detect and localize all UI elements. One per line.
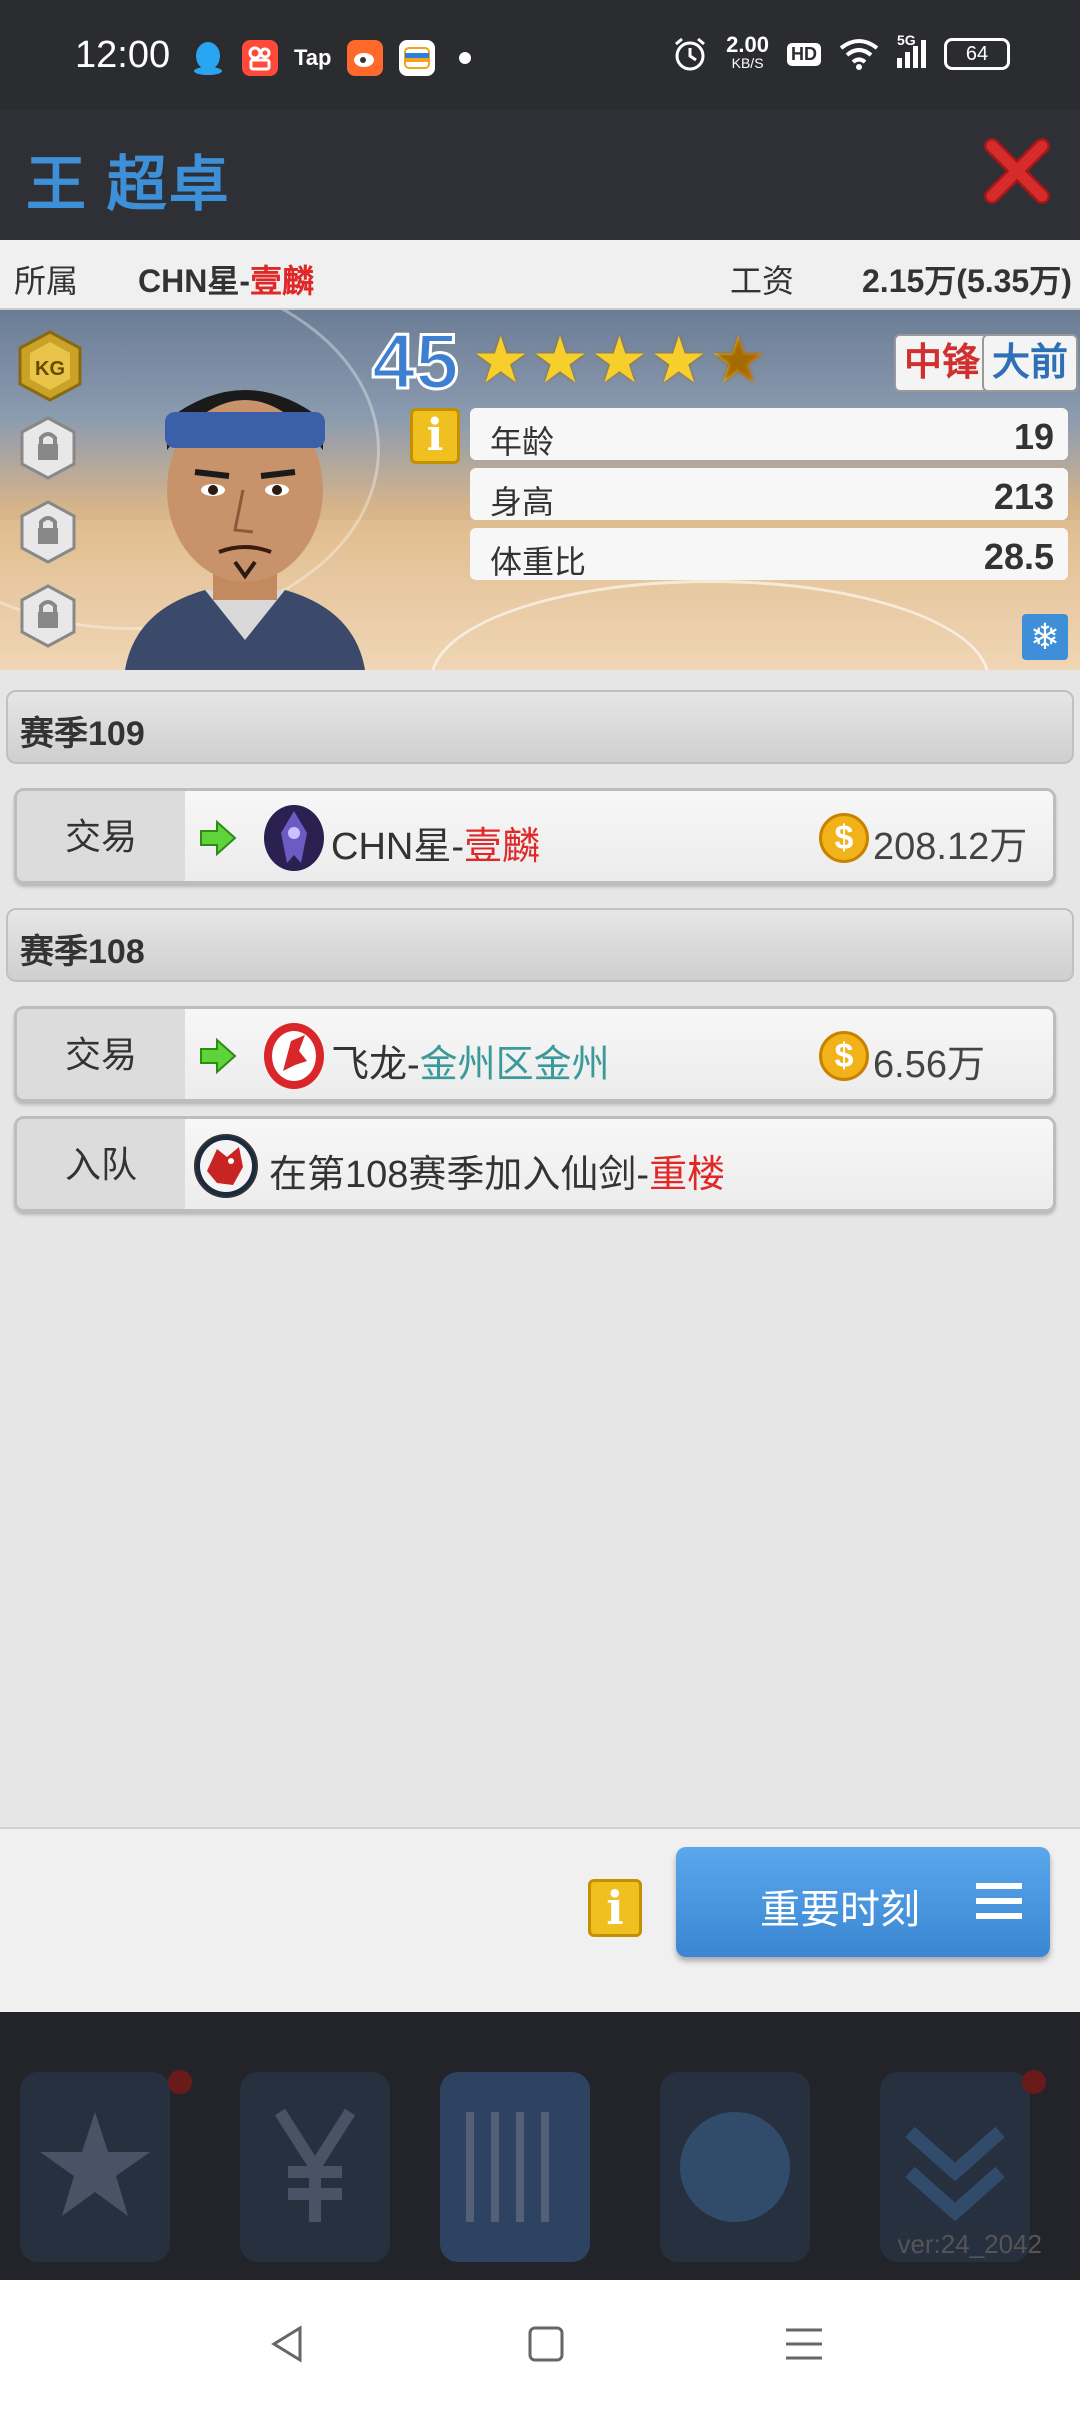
notification-dot xyxy=(459,52,472,64)
kg-badge-icon[interactable]: KG xyxy=(18,330,82,402)
team-logo-icon xyxy=(264,1023,324,1089)
yen-icon xyxy=(274,2108,356,2222)
stat-age: 年龄 19 xyxy=(470,408,1068,460)
info-icon[interactable]: i xyxy=(410,408,460,464)
record-type: 交易 xyxy=(17,791,185,881)
star-icon xyxy=(40,2112,150,2216)
arrow-right-icon xyxy=(200,1037,237,1075)
hd-icon: HD xyxy=(787,42,821,66)
season-header: 赛季108 xyxy=(6,908,1074,982)
player-name: 王 超卓 xyxy=(26,151,231,218)
stat-height: 身高 213 xyxy=(470,468,1068,520)
record-price: 6.56万 xyxy=(873,1044,985,1086)
player-info-row: 所属 CHN星-壹麟 工资 2.15万(5.35万) xyxy=(0,240,1080,310)
net-speed: 2.00 KB/S xyxy=(726,32,769,72)
record-body: 飞龙-金州区金州 $ 6.56万 xyxy=(185,1009,1053,1099)
status-app-icons: Tap xyxy=(190,40,472,76)
salary-value: 2.15万(5.35万) xyxy=(862,263,1072,299)
arrow-right-icon xyxy=(200,819,237,857)
star-icon: ★ xyxy=(472,324,530,396)
lock-icon[interactable] xyxy=(20,416,76,480)
stat-weight-ratio: 体重比 28.5 xyxy=(470,528,1068,580)
notification-dot xyxy=(1022,2070,1046,2094)
salary-label: 工资 xyxy=(730,263,795,299)
history-record[interactable]: 交易 飞龙-金州区金州 $ 6.56万 xyxy=(14,1006,1056,1102)
record-price: 208.12万 xyxy=(873,826,1028,868)
key-moments-button[interactable]: 重要时刻 xyxy=(676,1847,1050,1957)
team-value[interactable]: CHN星-壹麟 xyxy=(138,256,314,302)
season-header: 赛季109 xyxy=(6,690,1074,764)
half-star-icon: ★ xyxy=(709,324,767,396)
coin-icon: $ xyxy=(819,1031,869,1081)
close-icon[interactable] xyxy=(982,136,1052,206)
team-icon xyxy=(466,2112,549,2222)
record-body: CHN星-壹麟 $ 208.12万 xyxy=(185,791,1053,881)
record-type: 交易 xyxy=(17,1009,185,1099)
game-bottom-nav: ver:24_2042 xyxy=(0,2012,1080,2280)
back-icon[interactable] xyxy=(268,2324,308,2364)
coin-icon: $ xyxy=(819,813,869,863)
recents-icon[interactable] xyxy=(784,2324,824,2364)
position-tag: 中锋 xyxy=(894,334,991,392)
nav-tab-team[interactable] xyxy=(440,2072,590,2262)
home-icon[interactable] xyxy=(526,2324,566,2364)
svg-text:KG: KG xyxy=(35,358,65,380)
snowflake-icon[interactable]: ❄ xyxy=(1022,614,1068,660)
history-list: 赛季109 交易 CHN星-壹麟 $ 208.12万 赛季108 交易 飞龙-金… xyxy=(0,670,1080,1827)
lock-icon[interactable] xyxy=(20,500,76,564)
menu-icon xyxy=(976,1883,1022,1919)
notification-dot xyxy=(168,2070,192,2094)
weibo-icon xyxy=(347,40,384,76)
team-label: 所属 xyxy=(14,263,79,299)
record-join-text[interactable]: 在第108赛季加入仙剑-重楼 xyxy=(269,1143,725,1198)
wallet-icon xyxy=(399,40,436,76)
nav-tab-money[interactable] xyxy=(240,2072,390,2262)
wifi-icon xyxy=(839,39,879,70)
status-bar: 12:00 Tap 2.00 KB/S HD 5G 64 xyxy=(0,0,1080,110)
team-logo-icon xyxy=(194,1134,258,1198)
system-nav-bar xyxy=(0,2280,1080,2412)
record-type: 入队 xyxy=(17,1119,185,1209)
record-team[interactable]: CHN星-壹麟 xyxy=(331,815,540,870)
player-rating: 45 xyxy=(371,316,461,407)
nav-tab-chat[interactable] xyxy=(660,2072,810,2262)
star-icon: ★ xyxy=(590,324,649,396)
version-label: ver:24_2042 xyxy=(897,2229,1042,2259)
history-record[interactable]: 交易 CHN星-壹麟 $ 208.12万 xyxy=(14,788,1056,884)
info-button[interactable]: i xyxy=(588,1879,642,1937)
signal-icon: 5G xyxy=(897,32,926,68)
battery-icon: 64 xyxy=(944,38,1010,70)
player-banner: KG 45 ★ ★ ★ ★ ★ 中锋 大前 i 年龄 19 身高 213 体重比… xyxy=(0,310,1080,670)
position-tag: 大前 xyxy=(982,334,1079,392)
action-bar: i 重要时刻 xyxy=(0,1827,1080,2012)
team-logo-icon xyxy=(264,805,324,871)
star-icon: ★ xyxy=(531,324,589,396)
taptap-icon: Tap xyxy=(294,45,332,70)
star-icon: ★ xyxy=(650,324,708,396)
kuaishou-icon xyxy=(242,40,278,76)
player-dialog-header: 王 超卓 xyxy=(0,110,1080,240)
record-team[interactable]: 飞龙-金州区金州 xyxy=(331,1033,610,1088)
nav-tab-star[interactable] xyxy=(20,2072,170,2262)
chat-icon xyxy=(680,2112,790,2222)
lock-icon[interactable] xyxy=(20,584,76,648)
rating-stars: ★ ★ ★ ★ ★ xyxy=(472,328,767,392)
status-time: 12:00 xyxy=(75,34,171,76)
player-portrait xyxy=(125,390,365,670)
status-indicators: 2.00 KB/S HD 5G 64 xyxy=(672,32,1010,72)
qq-icon xyxy=(190,40,226,76)
alarm-icon xyxy=(675,37,706,71)
history-record[interactable]: 入队 在第108赛季加入仙剑-重楼 xyxy=(14,1116,1056,1212)
record-body: 在第108赛季加入仙剑-重楼 xyxy=(185,1119,1053,1209)
